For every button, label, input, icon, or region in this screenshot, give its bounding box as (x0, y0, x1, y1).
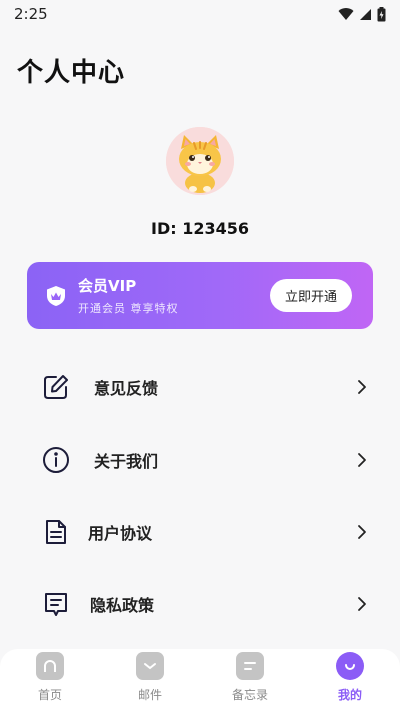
mail-icon (136, 652, 164, 680)
tab-label-memo: 备忘录 (231, 688, 268, 702)
home-icon (36, 652, 64, 680)
tab-home[interactable]: 首页 (10, 652, 90, 703)
user-id: ID: 123456 (151, 219, 249, 238)
menu-item-about[interactable]: 关于我们 (40, 440, 370, 480)
tab-memo[interactable]: 备忘录 (210, 652, 290, 703)
status-icons (338, 6, 386, 22)
chevron-right-icon (358, 597, 366, 611)
menu-item-feedback[interactable]: 意见反馈 (40, 367, 370, 407)
vip-shield-icon (47, 285, 65, 306)
tab-label-mail: 邮件 (137, 688, 162, 702)
tab-mail[interactable]: 邮件 (110, 652, 190, 703)
memo-icon (236, 652, 264, 680)
tab-label-profile: 我的 (337, 688, 362, 702)
menu-item-privacy-policy[interactable]: 隐私政策 (40, 584, 370, 624)
status-bar: 2:25 (0, 0, 400, 28)
vip-title: 会员VIP (78, 277, 137, 295)
menu-item-user-agreement[interactable]: 用户协议 (40, 512, 370, 552)
bottom-tab-bar: 首页 邮件 备忘录 我的 (0, 649, 400, 711)
status-time: 2:25 (14, 5, 48, 23)
edit-icon (40, 371, 72, 403)
chevron-right-icon (358, 380, 366, 394)
menu-label-feedback: 意见反馈 (94, 379, 159, 398)
document-icon (40, 516, 72, 548)
profile-icon (336, 652, 364, 680)
policy-icon (40, 588, 72, 620)
battery-icon (377, 6, 386, 21)
vip-text: 会员VIP 开通会员 尊享特权 (78, 275, 270, 316)
menu-label-about: 关于我们 (94, 452, 159, 471)
vip-subtitle: 开通会员 尊享特权 (78, 302, 179, 315)
page-title: 个人中心 (17, 58, 126, 88)
info-icon (40, 444, 72, 476)
signal-icon (360, 8, 371, 20)
chevron-right-icon (358, 525, 366, 539)
wifi-icon (338, 7, 354, 20)
cat-avatar-icon (166, 127, 234, 195)
avatar[interactable] (166, 127, 234, 195)
tab-label-home: 首页 (37, 688, 62, 702)
menu-label-privacy-policy: 隐私政策 (90, 596, 155, 615)
menu-label-user-agreement: 用户协议 (88, 524, 153, 543)
vip-card[interactable]: 会员VIP 开通会员 尊享特权 立即开通 (27, 262, 373, 329)
open-vip-button[interactable]: 立即开通 (270, 279, 352, 312)
chevron-right-icon (358, 453, 366, 467)
tab-profile[interactable]: 我的 (310, 652, 390, 703)
